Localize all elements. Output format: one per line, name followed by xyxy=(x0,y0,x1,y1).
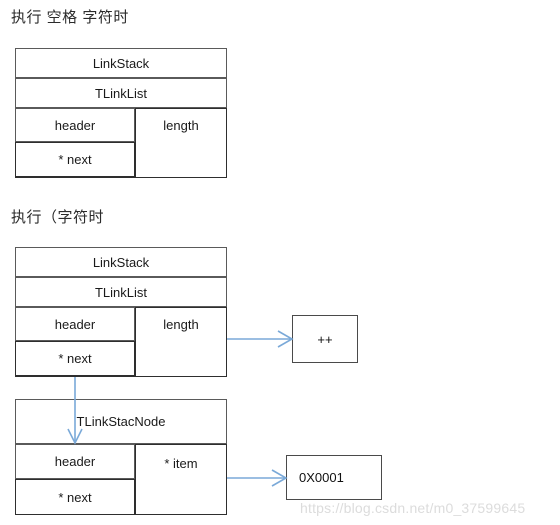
connector-item-to-address xyxy=(227,469,288,487)
connector-next-to-node xyxy=(67,377,83,445)
connector-layer xyxy=(67,330,294,487)
watermark-text: https://blog.csdn.net/m0_37599645 xyxy=(300,500,526,516)
diagram-canvas: 执行 空格 字符时 LinkStack TLinkList header * n… xyxy=(0,0,560,525)
connector-length-to-increment xyxy=(227,330,294,348)
